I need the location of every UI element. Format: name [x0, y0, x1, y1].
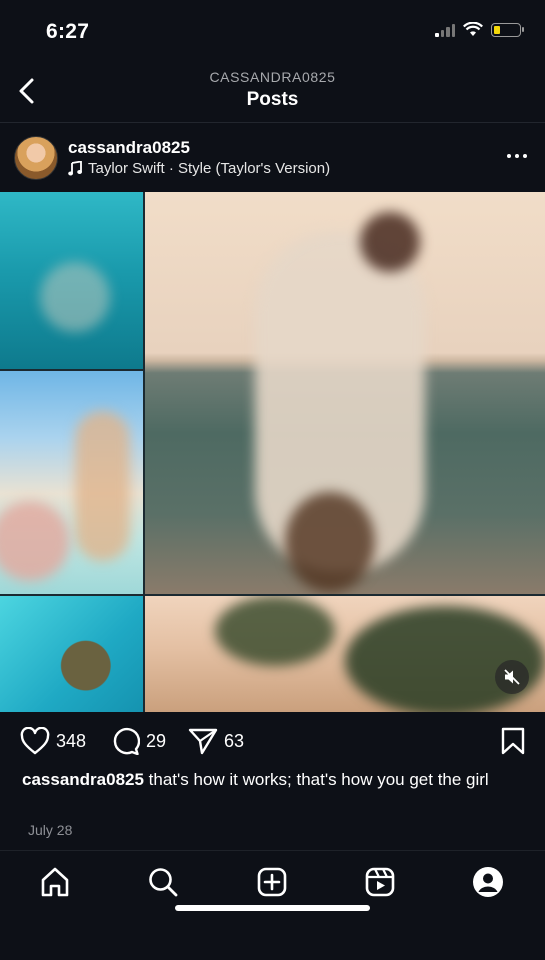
status-icons [435, 22, 524, 37]
post-header: cassandra0825 Taylor Swift · Style (Tayl… [0, 122, 545, 192]
sea-turtle-photo [0, 596, 143, 712]
beach-pig-photo [0, 371, 143, 594]
reels-icon [365, 867, 395, 897]
couple-kissing-beach-photo [145, 192, 545, 594]
page-title: Posts [246, 89, 299, 110]
comment-bubble-icon [113, 727, 140, 755]
post-date: July 28 [28, 822, 73, 838]
tab-search[interactable] [146, 865, 180, 899]
home-indicator[interactable] [175, 905, 370, 911]
bottom-tab-bar [0, 850, 545, 921]
caption-username[interactable]: cassandra0825 [22, 770, 144, 789]
cellular-signal-icon [435, 23, 455, 37]
home-icon [41, 867, 69, 897]
muted-speaker-icon [504, 669, 520, 685]
comment-button[interactable]: 29 [110, 727, 166, 755]
paper-plane-icon [188, 728, 218, 755]
post-username[interactable]: cassandra0825 [68, 138, 190, 158]
plus-square-icon [257, 867, 287, 897]
tab-home[interactable] [38, 865, 72, 899]
music-note-icon [68, 161, 82, 176]
status-time: 6:27 [46, 20, 90, 43]
underwater-swimmer-photo [0, 192, 143, 369]
comment-count: 29 [146, 730, 167, 751]
like-count: 348 [56, 730, 87, 751]
page-header: CASSANDRA0825 Posts [0, 60, 545, 123]
profile-icon [473, 867, 503, 897]
caption-text: that's how it works; that's how you get … [148, 770, 489, 789]
profile-username-subtitle: CASSANDRA0825 [209, 69, 336, 85]
heart-icon [20, 727, 50, 755]
avatar[interactable] [14, 136, 58, 180]
mute-button[interactable] [495, 660, 529, 694]
share-button[interactable]: 63 [188, 727, 244, 755]
audio-track-label: Taylor Swift · Style (Taylor's Version) [88, 160, 331, 177]
post-caption: cassandra0825 that's how it works; that'… [22, 768, 532, 791]
status-bar: 6:27 [0, 0, 545, 60]
more-horizontal-icon [507, 154, 511, 158]
battery-icon [491, 22, 524, 37]
palm-trees-sunset-photo [145, 596, 545, 712]
more-options-button[interactable] [507, 154, 527, 158]
like-button[interactable]: 348 [20, 727, 86, 755]
search-icon [149, 868, 178, 897]
tab-create[interactable] [255, 865, 289, 899]
bookmark-icon [501, 727, 525, 755]
tab-reels[interactable] [363, 865, 397, 899]
tab-profile[interactable] [471, 865, 505, 899]
post-media[interactable] [0, 192, 545, 712]
share-count: 63 [224, 730, 245, 751]
wifi-icon [463, 22, 483, 36]
audio-track-link[interactable]: Taylor Swift · Style (Taylor's Version) [68, 160, 330, 177]
post-actions: 348 29 63 [0, 712, 545, 770]
save-button[interactable] [501, 727, 525, 760]
